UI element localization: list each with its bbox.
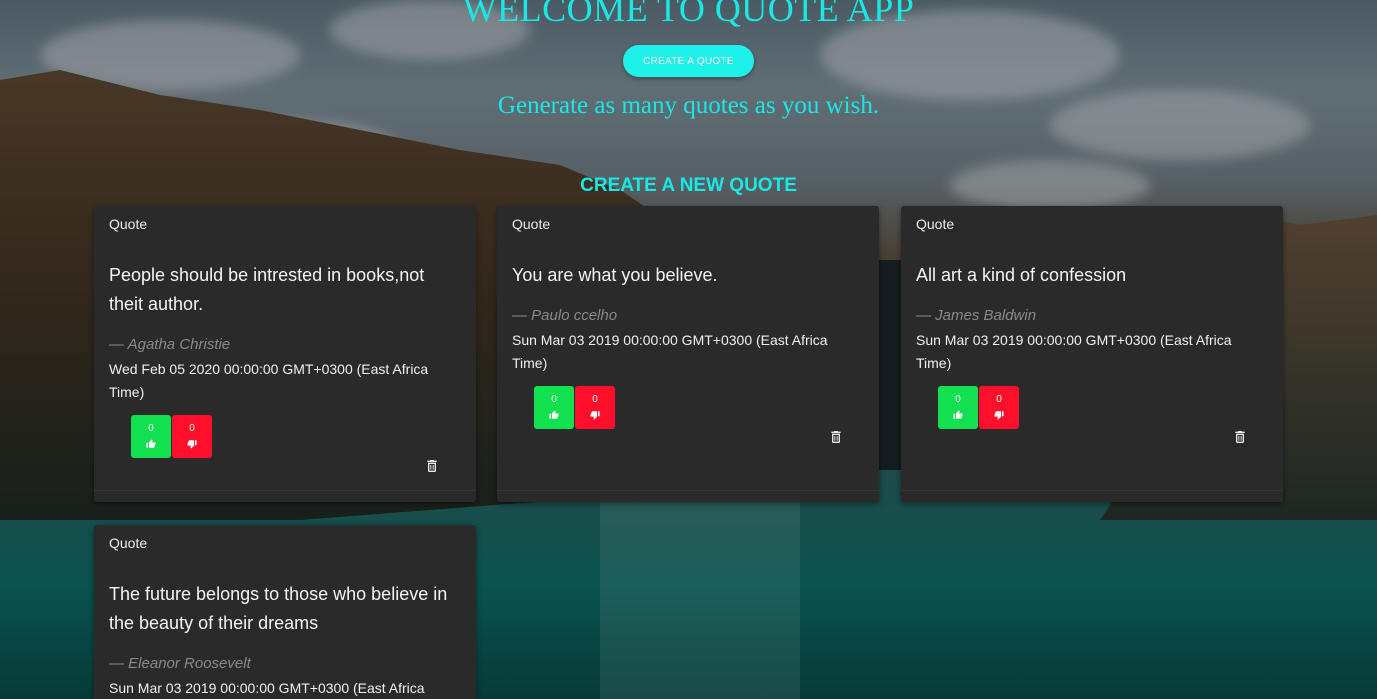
upvote-count: 0 xyxy=(148,423,154,434)
downvote-button[interactable]: 0 xyxy=(979,386,1019,429)
create-quote-button[interactable]: CREATE A QUOTE xyxy=(623,45,754,77)
quote-author: — Paulo ccelho xyxy=(512,307,618,324)
quote-date: Sun Mar 03 2019 00:00:00 GMT+0300 (East … xyxy=(109,680,425,696)
quote-card: Quote All art a kind of confession — Jam… xyxy=(901,206,1283,502)
quote-text: All art a kind of confession xyxy=(916,265,1127,285)
quote-author: — Agatha Christie xyxy=(109,336,231,353)
thumbs-up-icon xyxy=(953,410,963,419)
downvote-button[interactable]: 0 xyxy=(172,415,212,458)
trash-icon[interactable] xyxy=(424,457,440,475)
create-new-quote-heading[interactable]: CREATE A NEW QUOTE xyxy=(0,175,1377,197)
upvote-button[interactable]: 0 xyxy=(534,386,574,429)
quote-author: — James Baldwin xyxy=(916,307,1037,324)
quote-date: Sun Mar 03 2019 00:00:00 GMT+0300 (East … xyxy=(916,332,1232,371)
thumbs-down-icon xyxy=(187,440,197,449)
trash-icon[interactable] xyxy=(1232,428,1248,446)
quote-card: Quote The future belongs to those who be… xyxy=(94,525,476,699)
quote-text: People should be intrested in books,not … xyxy=(109,265,425,314)
thumbs-down-icon xyxy=(590,411,600,420)
thumbs-down-icon xyxy=(994,411,1004,420)
quote-card: Quote You are what you believe. — Paulo … xyxy=(497,206,879,502)
trash-icon[interactable] xyxy=(828,428,844,446)
downvote-count: 0 xyxy=(592,394,598,405)
quote-label: Quote xyxy=(916,216,955,232)
quote-card: Quote People should be intrested in book… xyxy=(94,206,476,502)
downvote-button[interactable]: 0 xyxy=(575,386,615,429)
quote-date: Wed Feb 05 2020 00:00:00 GMT+0300 (East … xyxy=(109,361,429,400)
quote-date: Sun Mar 03 2019 00:00:00 GMT+0300 (East … xyxy=(512,332,828,371)
upvote-button[interactable]: 0 xyxy=(131,415,171,458)
upvote-button[interactable]: 0 xyxy=(938,386,978,429)
quote-author: — Eleanor Roosevelt xyxy=(109,655,251,672)
tagline: Generate as many quotes as you wish. xyxy=(497,92,880,119)
quote-text: The future belongs to those who believe … xyxy=(109,584,448,633)
thumbs-up-icon xyxy=(549,410,559,419)
thumbs-up-icon xyxy=(146,439,156,448)
quote-label: Quote xyxy=(512,216,551,232)
quote-text: You are what you believe. xyxy=(512,265,718,285)
downvote-count: 0 xyxy=(189,423,195,434)
downvote-count: 0 xyxy=(996,394,1002,405)
upvote-count: 0 xyxy=(551,394,557,405)
quote-label: Quote xyxy=(109,216,148,232)
quote-label: Quote xyxy=(109,535,148,551)
app-title: WELCOME TO QUOTE APP xyxy=(462,0,915,29)
upvote-count: 0 xyxy=(955,394,961,405)
